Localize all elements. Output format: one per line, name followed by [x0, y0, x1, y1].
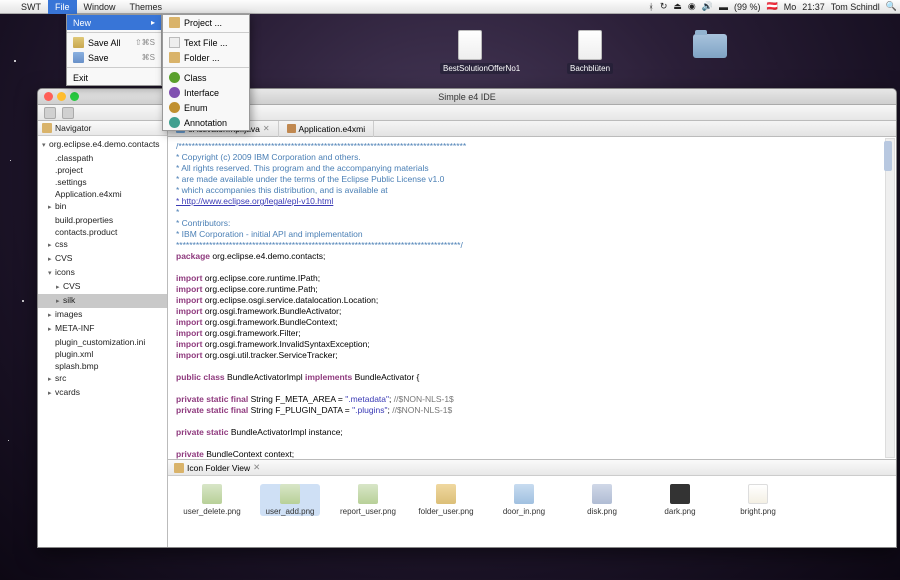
close-icon[interactable]: ✕ [263, 121, 270, 137]
icon-item[interactable]: door_in.png [494, 484, 554, 516]
tree-item[interactable]: Application.e4xmi [38, 188, 167, 200]
navigator-icon [42, 123, 52, 133]
new-project[interactable]: Project ... [163, 15, 249, 30]
desktop-folder[interactable] [680, 34, 740, 61]
ifv-tab[interactable]: Icon Folder View ✕ [168, 460, 896, 476]
zoom-button[interactable] [70, 92, 79, 101]
icon-item[interactable]: dark.png [650, 484, 710, 516]
new-class[interactable]: Class [163, 70, 249, 85]
ide-window: Simple e4 IDE Navigator ▾org.eclipse.e4.… [37, 88, 897, 548]
sync-icon[interactable]: ↻ [657, 1, 671, 12]
tree-item[interactable]: splash.bmp [38, 360, 167, 372]
editor-tabs: eActivatorImpl.java ✕ Application.e4xmi [168, 121, 896, 137]
xmi-icon [287, 124, 296, 133]
menu-window[interactable]: Window [77, 0, 123, 14]
file-menu-dropdown: New▸ Save All⇧⌘S Save⌘S Exit [66, 14, 162, 86]
clock-time: 21:37 [799, 2, 828, 12]
wifi-icon[interactable]: ◉ [685, 1, 699, 12]
new-enum[interactable]: Enum [163, 100, 249, 115]
icon-folder-view: Icon Folder View ✕ user_delete.png user_a… [168, 459, 896, 547]
tree-item[interactable]: ▸META-INF [38, 322, 167, 336]
user-name[interactable]: Tom Schindl [828, 2, 883, 12]
file-save[interactable]: Save⌘S [67, 50, 161, 65]
close-icon[interactable]: ✕ [253, 462, 260, 473]
battery-pct: (99 %) [731, 2, 764, 12]
minimize-button[interactable] [57, 92, 66, 101]
file-exit[interactable]: Exit [67, 70, 161, 85]
menubar: SWT File Window Themes ᚼ ↻ ⏏ ◉ 🔊 ▬ (99 %… [0, 0, 900, 14]
save-all-icon [73, 37, 84, 48]
save-icon [73, 52, 84, 63]
code-editor[interactable]: /***************************************… [168, 137, 896, 459]
tree-item[interactable]: .classpath [38, 152, 167, 164]
navigator-panel: Navigator ▾org.eclipse.e4.demo.contacts.… [38, 121, 168, 547]
tree-item[interactable]: ▸silk [38, 294, 167, 308]
tree-item[interactable]: ▾org.eclipse.e4.demo.contacts [38, 138, 167, 152]
desktop-file-2[interactable]: Bachblüten [560, 30, 620, 74]
icon-item[interactable]: user_add.png [260, 484, 320, 516]
tree-item[interactable]: plugin_customization.ini [38, 336, 167, 348]
toolbar-btn-2[interactable] [62, 107, 74, 119]
tree-item[interactable]: ▾icons [38, 266, 167, 280]
eject-icon[interactable]: ⏏ [670, 1, 685, 12]
tree-item[interactable]: ▸css [38, 238, 167, 252]
window-title: Simple e4 IDE [438, 92, 496, 102]
toolbar-btn-1[interactable] [44, 107, 56, 119]
new-textfile[interactable]: Text File ... [163, 35, 249, 50]
icon-item[interactable]: user_delete.png [182, 484, 242, 516]
new-folder[interactable]: Folder ... [163, 50, 249, 65]
icon-item[interactable]: bright.png [728, 484, 788, 516]
tree-item[interactable]: ▸images [38, 308, 167, 322]
file-new[interactable]: New▸ [67, 15, 161, 30]
tree-item[interactable]: build.properties [38, 214, 167, 226]
textfile-icon [169, 37, 180, 48]
interface-icon [169, 87, 180, 98]
tree-item[interactable]: .settings [38, 176, 167, 188]
close-button[interactable] [44, 92, 53, 101]
icon-item[interactable]: disk.png [572, 484, 632, 516]
project-icon [169, 17, 180, 28]
new-submenu: Project ... Text File ... Folder ... Cla… [162, 14, 250, 131]
class-icon [169, 72, 180, 83]
tree-item[interactable]: .project [38, 164, 167, 176]
menu-file[interactable]: File [48, 0, 77, 14]
tree-item[interactable]: ▸CVS [38, 280, 167, 294]
folder-icon [169, 52, 180, 63]
flag-icon[interactable]: 🇦🇹 [763, 1, 780, 12]
battery-icon[interactable]: ▬ [716, 2, 731, 12]
tree-item[interactable]: ▸src [38, 372, 167, 386]
tree-item[interactable]: ▸vcards [38, 386, 167, 400]
icon-item[interactable]: report_user.png [338, 484, 398, 516]
clock-day: Mo [781, 2, 800, 12]
tree-item[interactable]: ▸CVS [38, 252, 167, 266]
new-annotation[interactable]: Annotation [163, 115, 249, 130]
bluetooth-icon[interactable]: ᚼ [645, 2, 656, 12]
menu-swt[interactable]: SWT [14, 0, 48, 14]
tree-item[interactable]: ▸bin [38, 200, 167, 214]
new-interface[interactable]: Interface [163, 85, 249, 100]
menu-themes[interactable]: Themes [123, 0, 170, 14]
annotation-icon [169, 117, 180, 128]
spotlight-icon[interactable]: 🔍 [883, 1, 900, 12]
tree-item[interactable]: contacts.product [38, 226, 167, 238]
enum-icon [169, 102, 180, 113]
desktop-file-1[interactable]: BestSolutionOfferNo1 [440, 30, 500, 74]
volume-icon[interactable]: 🔊 [699, 1, 716, 12]
icon-item[interactable]: folder_user.png [416, 484, 476, 516]
folder-icon [174, 463, 184, 473]
file-save-all[interactable]: Save All⇧⌘S [67, 35, 161, 50]
tree-item[interactable]: plugin.xml [38, 348, 167, 360]
scrollbar[interactable] [885, 138, 895, 458]
navigator-tab[interactable]: Navigator [38, 121, 167, 136]
tab-xmi[interactable]: Application.e4xmi [279, 121, 375, 137]
